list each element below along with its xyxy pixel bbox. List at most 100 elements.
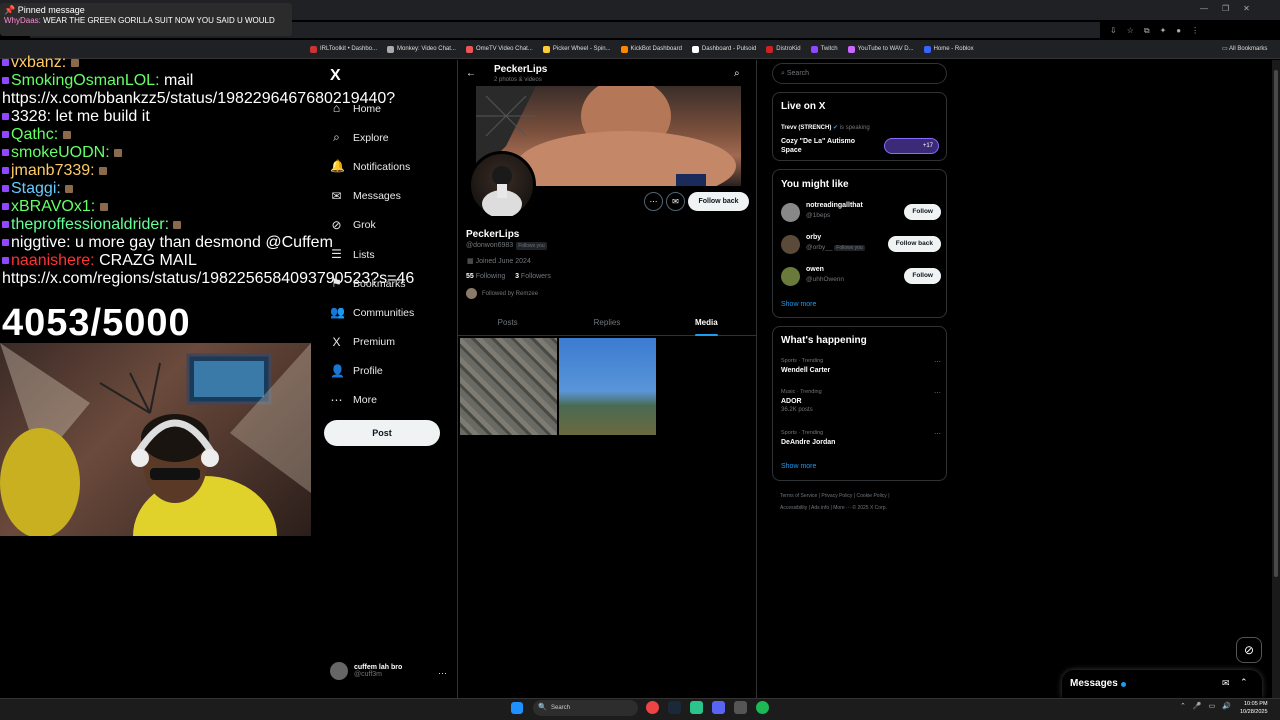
- list-item[interactable]: orby @orby__ Follows you Follow back: [781, 233, 941, 255]
- message-button[interactable]: ✉: [666, 192, 685, 211]
- bookmark-item[interactable]: Home - Roblox: [923, 45, 974, 53]
- search-icon[interactable]: ⌕: [734, 68, 740, 79]
- bookmark-item[interactable]: Twitch: [810, 45, 838, 53]
- messages-drawer[interactable]: Messages ✉ ⌃: [1062, 670, 1262, 698]
- bookmark-item[interactable]: OmeTV Video Chat...: [465, 45, 533, 53]
- list-item[interactable]: notreadingallthat @1beps Follow: [781, 201, 941, 223]
- grok-icon[interactable]: ⊘: [1236, 637, 1262, 663]
- chat-username[interactable]: SmokingOsmanLOL:: [11, 72, 160, 89]
- sidebar-item-profile[interactable]: 👤 Profile: [330, 357, 414, 386]
- chat-username[interactable]: jmanb7339:: [11, 162, 95, 179]
- chat-username[interactable]: niggtive:: [11, 234, 71, 251]
- obs-icon[interactable]: [734, 701, 747, 714]
- footer-link[interactable]: Accessibility: [780, 505, 807, 511]
- footer-link[interactable]: Ads info: [811, 505, 829, 511]
- sidebar-item-notifications[interactable]: 🔔 Notifications: [330, 152, 414, 181]
- x-logo-icon[interactable]: X: [330, 67, 341, 85]
- followers-link[interactable]: 3 Followers: [515, 273, 551, 280]
- trend-item[interactable]: Music · Trending ADOR 36.2K posts ⋯: [781, 389, 941, 413]
- tab-posts[interactable]: Posts: [458, 312, 557, 335]
- footer-link[interactable]: Cookie Policy: [857, 493, 887, 499]
- steam-icon[interactable]: [668, 701, 681, 714]
- chrome-icon[interactable]: [646, 701, 659, 714]
- chevron-up-icon[interactable]: ⌃: [1180, 702, 1186, 710]
- live-listeners-pill[interactable]: +17: [884, 138, 939, 154]
- trend-item[interactable]: Sports · Trending Wendell Carter ⋯: [781, 358, 941, 374]
- list-item[interactable]: owen @uhhOwenn Follow: [781, 265, 941, 287]
- more-options-button[interactable]: ⋯: [644, 192, 663, 211]
- chat-username[interactable]: Staggi:: [11, 180, 61, 197]
- account-switcher[interactable]: cuffem lah bro @cuff3m: [330, 662, 402, 680]
- follow-button[interactable]: Follow: [904, 204, 941, 220]
- app-icon[interactable]: [690, 701, 703, 714]
- bookmark-item[interactable]: IRLToolkit • Dashbo...: [310, 45, 377, 53]
- profile-icon[interactable]: ●: [1176, 26, 1181, 36]
- chat-username[interactable]: vxbanz:: [11, 54, 66, 71]
- following-link[interactable]: 55 Following: [466, 273, 505, 280]
- bookmark-item[interactable]: Picker Wheel - Spin...: [542, 45, 611, 53]
- more-icon[interactable]: ⋯: [934, 430, 941, 438]
- show-more-link[interactable]: Show more: [781, 301, 816, 308]
- sidebar-item-communities[interactable]: 👥 Communities: [330, 298, 414, 327]
- more-icon[interactable]: ⋯: [934, 389, 941, 397]
- taskbar-search[interactable]: Search: [533, 700, 638, 716]
- live-space-title[interactable]: Cozy "De La" Autismo Space: [781, 137, 871, 155]
- bookmark-item[interactable]: KickBot Dashboard: [620, 45, 682, 53]
- bookmark-item[interactable]: Dashboard - Pulsoid: [691, 45, 756, 53]
- discord-icon[interactable]: [712, 701, 725, 714]
- sidebar-item-explore[interactable]: ⌕ Explore: [330, 123, 414, 152]
- sidebar-item-lists[interactable]: ☰ Lists: [330, 240, 414, 269]
- trend-item[interactable]: Sports · Trending DeAndre Jordan ⋯: [781, 430, 941, 446]
- bookmark-item[interactable]: Monkey: Video Chat...: [387, 45, 456, 53]
- sidebar-item-premium[interactable]: X Premium: [330, 328, 414, 357]
- volume-icon[interactable]: 🔊: [1222, 702, 1231, 710]
- profile-avatar[interactable]: [468, 151, 536, 219]
- show-more-link[interactable]: Show more: [781, 463, 816, 470]
- close-icon[interactable]: ✕: [1243, 4, 1250, 13]
- footer-link[interactable]: Terms of Service: [780, 493, 817, 499]
- extension-icon[interactable]: ⧉: [1144, 26, 1150, 36]
- search-input[interactable]: ⌕ Search: [772, 63, 947, 84]
- chat-username[interactable]: Qathc:: [11, 126, 58, 143]
- media-thumbnail[interactable]: [559, 338, 656, 435]
- all-bookmarks[interactable]: ▭ All Bookmarks: [1222, 45, 1267, 52]
- chevron-up-icon[interactable]: ⌃: [1240, 677, 1248, 688]
- chat-username[interactable]: smokeUODN:: [11, 144, 110, 161]
- sidebar-item-grok[interactable]: ⊘ Grok: [330, 211, 414, 240]
- footer-link[interactable]: More ···: [833, 505, 851, 511]
- install-icon[interactable]: ⇩: [1110, 26, 1117, 36]
- sidebar-item-more[interactable]: ⋯ More: [330, 386, 414, 415]
- media-thumbnail[interactable]: [460, 338, 557, 435]
- scrollbar[interactable]: [1272, 60, 1280, 698]
- puzzle-icon[interactable]: ✦: [1160, 26, 1167, 36]
- post-button[interactable]: Post: [324, 420, 440, 446]
- bookmark-item[interactable]: YouTube to WAV D...: [847, 45, 914, 53]
- chat-username[interactable]: 3328:: [11, 108, 51, 125]
- follow-back-button[interactable]: Follow back: [688, 192, 749, 211]
- sidebar-item-home[interactable]: ⌂ Home: [330, 94, 414, 123]
- spotify-icon[interactable]: [756, 701, 769, 714]
- window-controls[interactable]: — ❐ ✕: [1200, 4, 1250, 13]
- mic-icon[interactable]: 🎤: [1193, 702, 1202, 710]
- more-icon[interactable]: ⋯: [438, 668, 447, 679]
- back-arrow-icon[interactable]: ←: [466, 68, 476, 79]
- sidebar-item-bookmarks[interactable]: ⚑ Bookmarks: [330, 269, 414, 298]
- more-icon[interactable]: ⋯: [934, 358, 941, 366]
- chat-username[interactable]: theproffessionaldrider:: [11, 216, 169, 233]
- follow-back-button[interactable]: Follow back: [887, 236, 941, 252]
- windows-start-icon[interactable]: [511, 702, 523, 714]
- menu-icon[interactable]: ⋮: [1191, 26, 1199, 36]
- live-host[interactable]: Trevv (STRENCH) ✔ is speaking: [781, 124, 870, 131]
- clock[interactable]: 10:05 PM 10/28/2025: [1240, 700, 1268, 716]
- chat-username[interactable]: naanishere:: [11, 252, 95, 269]
- restore-icon[interactable]: ❐: [1222, 4, 1229, 13]
- minimize-icon[interactable]: —: [1200, 4, 1208, 13]
- network-icon[interactable]: ▭: [1209, 702, 1216, 710]
- star-icon[interactable]: ☆: [1127, 26, 1134, 36]
- follow-button[interactable]: Follow: [904, 268, 941, 284]
- tab-media[interactable]: Media: [657, 312, 756, 336]
- footer-link[interactable]: Privacy Policy: [821, 493, 852, 499]
- sidebar-item-messages[interactable]: ✉ Messages: [330, 182, 414, 211]
- chat-username[interactable]: xBRAVOx1:: [11, 198, 95, 215]
- new-message-icon[interactable]: ✉: [1222, 678, 1230, 689]
